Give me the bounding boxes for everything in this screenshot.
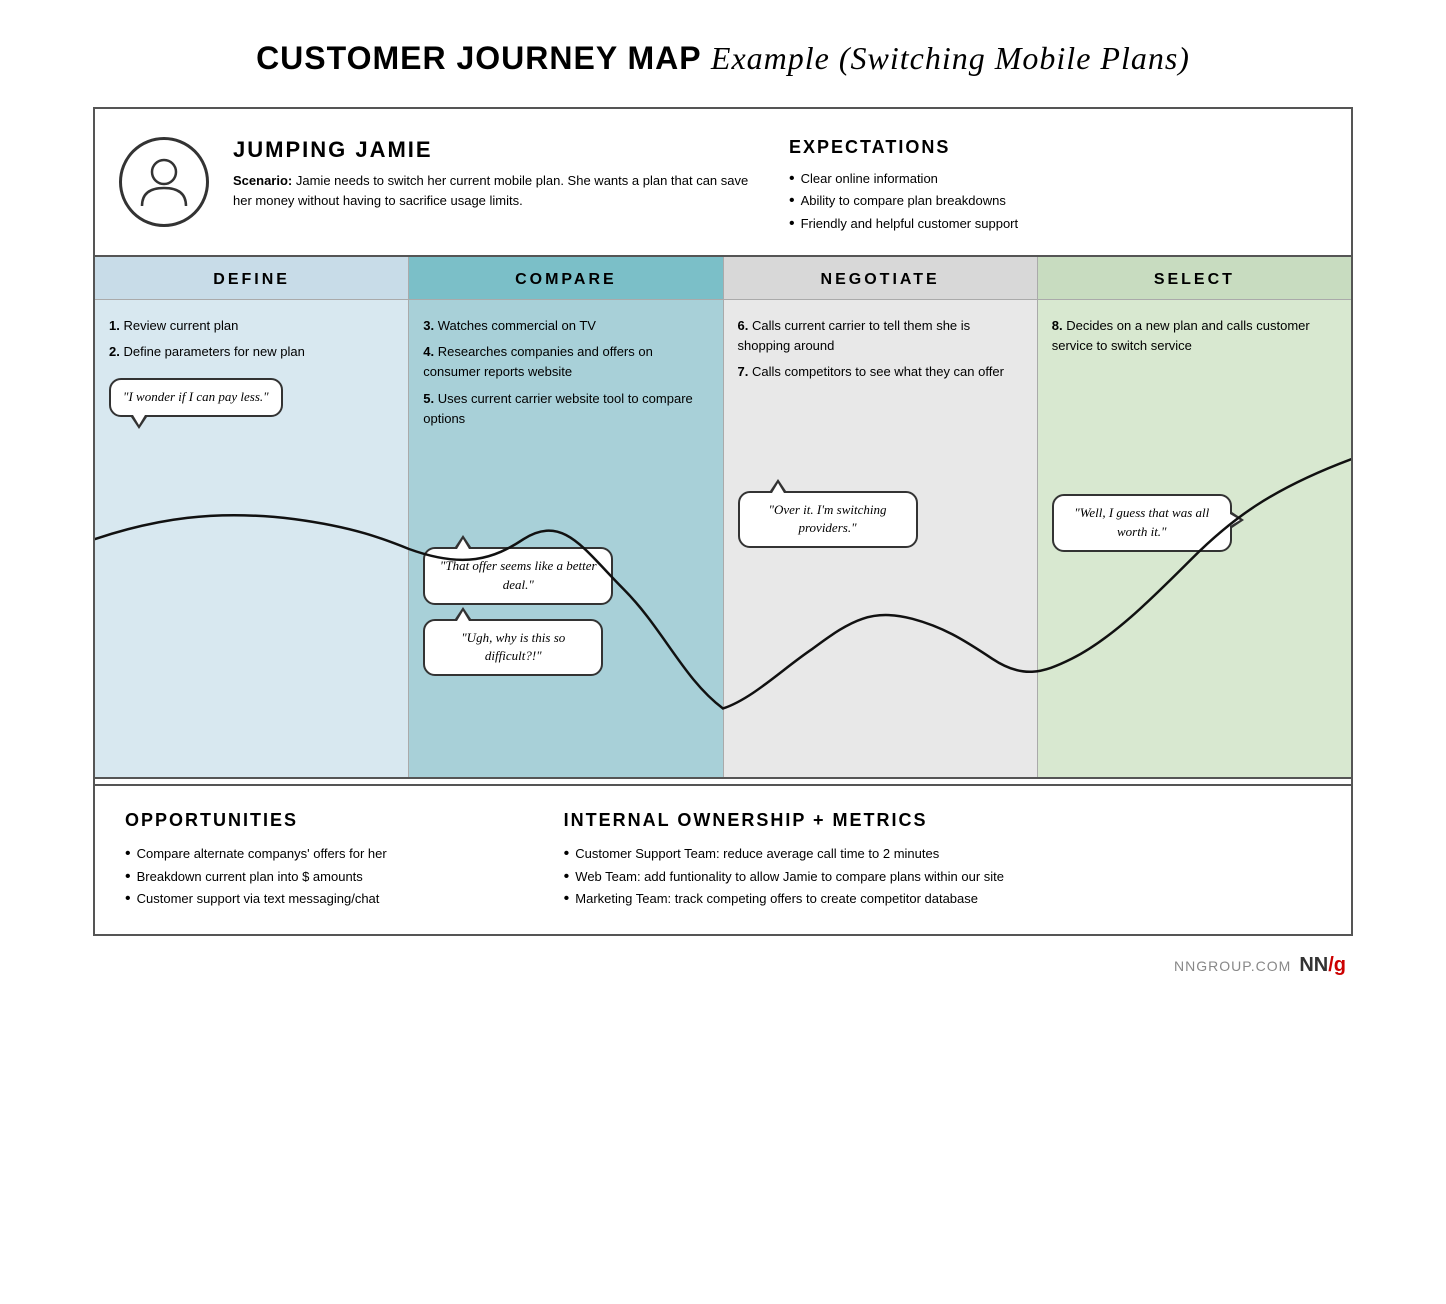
phase-header-define: DEFINE <box>95 257 408 300</box>
list-item: Customer Support Team: reduce average ca… <box>564 843 1321 865</box>
opportunities-block: OPPORTUNITIES Compare alternate companys… <box>125 810 504 910</box>
phase-steps-define: 1. Review current plan 2. Define paramet… <box>109 316 394 362</box>
phase-compare: COMPARE 3. Watches commercial on TV 4. R… <box>409 257 723 777</box>
define-curve-space <box>109 417 394 577</box>
footer-text: NNGROUP.COM <box>1174 958 1291 974</box>
persona-info: JUMPING JAMIE Scenario: Jamie needs to s… <box>233 133 765 210</box>
phase-steps-select: 8. Decides on a new plan and calls custo… <box>1052 316 1337 356</box>
phase-content-select: 8. Decides on a new plan and calls custo… <box>1038 300 1351 777</box>
compare-speech-bubble: "That offer seems like a better deal." <box>423 547 613 605</box>
expectations-block: EXPECTATIONS Clear online information Ab… <box>789 133 1321 235</box>
define-speech-bubble: "I wonder if I can pay less." <box>109 378 283 417</box>
list-item: Clear online information <box>789 168 1321 190</box>
list-item: Friendly and helpful customer support <box>789 213 1321 235</box>
opportunities-list: Compare alternate companys' offers for h… <box>125 843 504 910</box>
internal-title: INTERNAL OWNERSHIP + METRICS <box>564 810 1321 831</box>
phase-content-negotiate: 6. Calls current carrier to tell them sh… <box>724 300 1037 777</box>
bottom-section: OPPORTUNITIES Compare alternate companys… <box>95 784 1351 934</box>
phase-header-negotiate: NEGOTIATE <box>724 257 1037 300</box>
negotiate-bubble-area: "Over it. I'm switching providers." <box>738 491 1023 549</box>
list-item: Marketing Team: track competing offers t… <box>564 888 1321 910</box>
phase-steps-compare: 3. Watches commercial on TV 4. Researche… <box>423 316 708 429</box>
compare-low-bubble-area: "Ugh, why is this so difficult?!" <box>423 619 708 677</box>
footer: NNGROUP.COM NN/g <box>60 954 1386 977</box>
phase-negotiate: NEGOTIATE 6. Calls current carrier to te… <box>724 257 1038 777</box>
expectations-list: Clear online information Ability to comp… <box>789 168 1321 235</box>
define-bubble-area: "I wonder if I can pay less." <box>109 378 394 417</box>
phase-header-select: SELECT <box>1038 257 1351 300</box>
select-speech-bubble: "Well, I guess that was all worth it." <box>1052 494 1232 552</box>
internal-block: INTERNAL OWNERSHIP + METRICS Customer Su… <box>564 810 1321 910</box>
page-title: CUSTOMER JOURNEY MAP Example (Switching … <box>256 40 1190 77</box>
footer-logo: NN/g <box>1299 954 1346 977</box>
compare-bubble-area: "That offer seems like a better deal." <box>423 547 708 605</box>
phase-content-define: 1. Review current plan 2. Define paramet… <box>95 300 408 777</box>
phase-steps-negotiate: 6. Calls current carrier to tell them sh… <box>738 316 1023 382</box>
phase-define: DEFINE 1. Review current plan 2. Define … <box>95 257 409 777</box>
journey-map-frame: JUMPING JAMIE Scenario: Jamie needs to s… <box>93 107 1353 936</box>
phase-select: SELECT 8. Decides on a new plan and call… <box>1038 257 1351 777</box>
select-bubble-area: "Well, I guess that was all worth it." <box>1052 494 1337 552</box>
persona-scenario: Scenario: Jamie needs to switch her curr… <box>233 171 765 210</box>
list-item: Breakdown current plan into $ amounts <box>125 866 504 888</box>
opportunities-title: OPPORTUNITIES <box>125 810 504 831</box>
expectations-title: EXPECTATIONS <box>789 137 1321 158</box>
compare-low-bubble: "Ugh, why is this so difficult?!" <box>423 619 603 677</box>
list-item: Ability to compare plan breakdowns <box>789 190 1321 212</box>
negotiate-speech-bubble: "Over it. I'm switching providers." <box>738 491 918 549</box>
phase-header-compare: COMPARE <box>409 257 722 300</box>
phase-content-compare: 3. Watches commercial on TV 4. Researche… <box>409 300 722 777</box>
list-item: Customer support via text messaging/chat <box>125 888 504 910</box>
internal-list: Customer Support Team: reduce average ca… <box>564 843 1321 910</box>
list-item: Web Team: add funtionality to allow Jami… <box>564 866 1321 888</box>
list-item: Compare alternate companys' offers for h… <box>125 843 504 865</box>
avatar <box>119 137 209 227</box>
header-row: JUMPING JAMIE Scenario: Jamie needs to s… <box>95 109 1351 257</box>
phases-row: DEFINE 1. Review current plan 2. Define … <box>95 257 1351 779</box>
persona-name: JUMPING JAMIE <box>233 137 765 163</box>
